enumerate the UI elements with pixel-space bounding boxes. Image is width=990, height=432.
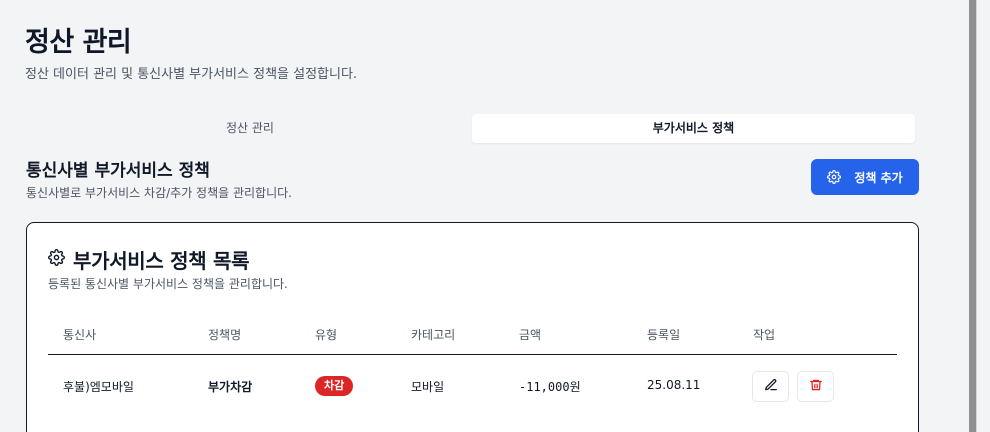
cell-carrier: 후불)엠모바일 xyxy=(63,380,134,394)
delete-button[interactable] xyxy=(797,371,834,402)
column-header-carrier: 통신사 xyxy=(63,328,97,342)
policy-list-card: 부가서비스 정책 목록 등록된 통신사별 부가서비스 정책을 관리합니다. 통신… xyxy=(26,222,919,432)
trash-icon xyxy=(809,377,823,396)
cell-date: 25.08.11 xyxy=(647,378,701,392)
table-header-divider xyxy=(48,354,897,355)
page-title: 정산 관리 xyxy=(25,27,132,58)
card-header: 부가서비스 정책 목록 xyxy=(48,245,250,274)
section-title: 통신사별 부가서비스 정책 xyxy=(26,161,210,181)
column-header-type: 유형 xyxy=(315,328,338,342)
card-subtitle: 등록된 통신사별 부가서비스 정책을 관리합니다. xyxy=(48,277,288,291)
gear-icon xyxy=(48,249,65,270)
column-header-category: 카테고리 xyxy=(411,328,456,342)
gear-icon xyxy=(827,170,842,184)
card-title: 부가서비스 정책 목록 xyxy=(73,249,250,273)
edit-button[interactable] xyxy=(752,371,789,402)
type-badge: 차감 xyxy=(315,376,354,396)
window-edge xyxy=(976,0,990,432)
tab-settlement-management[interactable]: 정산 관리 xyxy=(30,114,470,143)
scrollbar[interactable] xyxy=(969,0,976,432)
edit-icon xyxy=(764,377,778,396)
cell-policy-name: 부가차감 xyxy=(208,380,253,394)
column-header-actions: 작업 xyxy=(753,328,776,342)
column-header-policy-name: 정책명 xyxy=(208,328,242,342)
column-header-date: 등록일 xyxy=(647,328,681,342)
add-policy-button-label: 정책 추가 xyxy=(854,170,903,185)
tab-bar: 정산 관리 부가서비스 정책 xyxy=(26,113,920,144)
section-subtitle: 통신사별로 부가서비스 차감/추가 정책을 관리합니다. xyxy=(26,186,292,200)
cell-category: 모바일 xyxy=(411,380,445,394)
cell-amount: -11,000원 xyxy=(519,380,581,394)
column-header-amount: 금액 xyxy=(519,328,542,342)
tab-addon-policy[interactable]: 부가서비스 정책 xyxy=(472,114,915,143)
page-subtitle: 정산 데이터 관리 및 통신사별 부가서비스 정책을 설정합니다. xyxy=(25,67,358,82)
add-policy-button[interactable]: 정책 추가 xyxy=(811,159,919,195)
